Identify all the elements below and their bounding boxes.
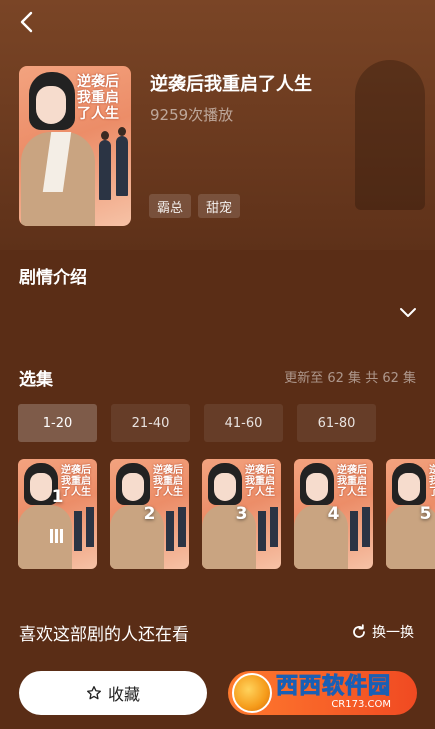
tag-list: 霸总 甜宠 (149, 194, 241, 218)
chevron-left-icon (20, 11, 33, 33)
episode-card[interactable]: 逆袭后我重启了人生 5 (386, 459, 435, 569)
episode-number: 4 (327, 504, 340, 524)
episode-number: 2 (143, 504, 156, 524)
synopsis-title: 剧情介绍 (19, 268, 87, 288)
playing-icon (50, 529, 65, 543)
episode-list: 逆袭后我重启了人生 1 逆袭后我重启了人生 2 逆袭后我重启了人生 3 逆袭后我… (18, 459, 435, 569)
episode-number: 5 (419, 504, 432, 524)
chevron-down-icon (400, 308, 416, 317)
episode-number: 1 (51, 487, 64, 507)
drama-title: 逆袭后我重启了人生 (150, 74, 312, 95)
poster-title: 逆袭后我重启了人生 (77, 74, 119, 122)
range-tab-61-80[interactable]: 61-80 (297, 404, 376, 442)
tag-item[interactable]: 甜宠 (198, 194, 241, 218)
episode-card[interactable]: 逆袭后我重启了人生 3 (202, 459, 281, 569)
episode-number: 3 (235, 504, 248, 524)
drama-poster[interactable]: 逆袭后我重启了人生 (19, 66, 131, 226)
episode-card[interactable]: 逆袭后我重启了人生 2 (110, 459, 189, 569)
star-outline-icon (86, 686, 101, 700)
synopsis-expand-button[interactable] (399, 304, 417, 318)
range-tab-41-60[interactable]: 41-60 (204, 404, 283, 442)
favorite-button[interactable]: 收藏 (19, 671, 207, 715)
refresh-icon (353, 624, 365, 638)
hero-background-figure (355, 60, 425, 210)
range-tab-1-20[interactable]: 1-20 (18, 404, 97, 442)
episodes-update-status: 更新至 62 集 共 62 集 (284, 371, 416, 386)
episode-range-tabs: 1-20 21-40 41-60 61-80 (18, 404, 376, 442)
episode-card[interactable]: 逆袭后我重启了人生 1 (18, 459, 97, 569)
tag-item[interactable]: 霸总 (149, 194, 192, 218)
refresh-button[interactable]: 换一换 (351, 622, 414, 642)
episode-card[interactable]: 逆袭后我重启了人生 4 (294, 459, 373, 569)
play-count: 9259次播放 (150, 106, 234, 124)
play-button[interactable] (228, 671, 417, 715)
range-tab-21-40[interactable]: 21-40 (111, 404, 190, 442)
back-button[interactable] (14, 10, 38, 34)
episodes-title: 选集 (19, 370, 53, 390)
recommend-title: 喜欢这部剧的人还在看 (19, 625, 189, 645)
refresh-label: 换一换 (372, 625, 414, 641)
favorite-label: 收藏 (107, 685, 140, 704)
